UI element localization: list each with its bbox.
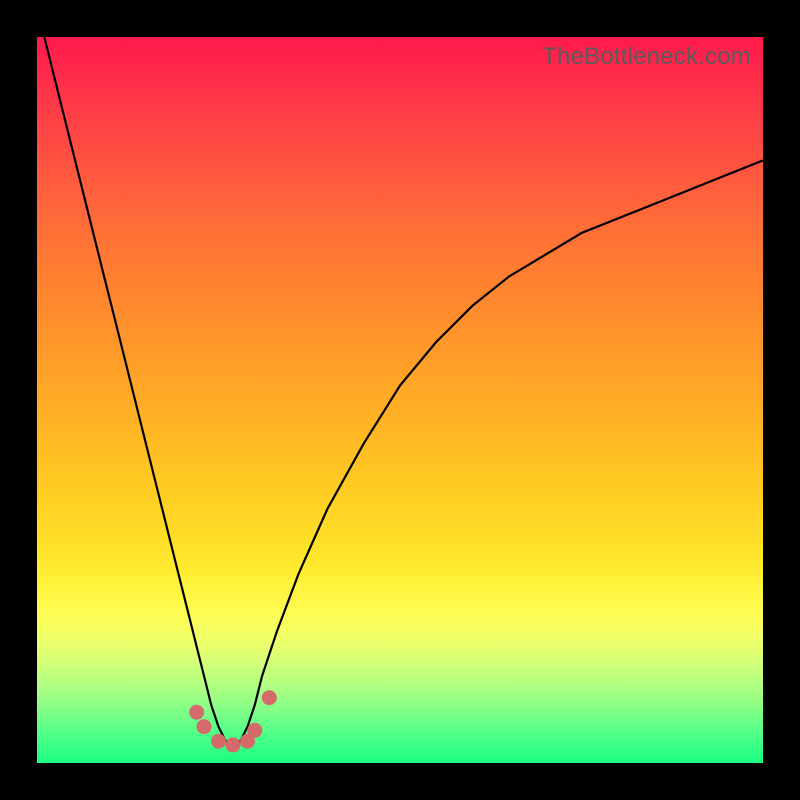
curve-dot <box>189 705 204 720</box>
bottleneck-curve <box>44 37 763 749</box>
curve-dot <box>211 734 226 749</box>
curve-dot <box>247 723 262 738</box>
curve-dot <box>226 737 241 752</box>
plot-area: TheBottleneck.com <box>37 37 763 763</box>
curve-dots-group <box>189 690 277 752</box>
curve-dot <box>197 719 212 734</box>
curve-dot <box>262 690 277 705</box>
chart-svg <box>37 37 763 763</box>
outer-frame: TheBottleneck.com <box>0 0 800 800</box>
